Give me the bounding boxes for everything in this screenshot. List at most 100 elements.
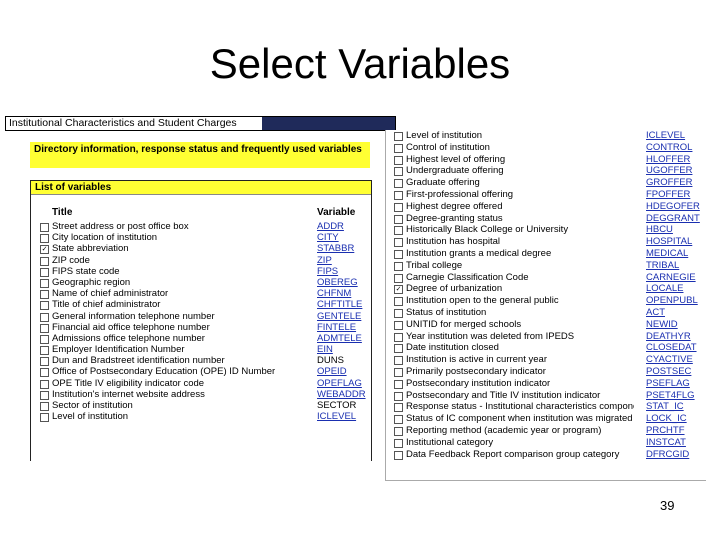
variable-link[interactable]: ICLEVEL [646,130,685,142]
variable-link[interactable]: FINTELE [317,322,356,333]
variable-link[interactable]: CLOSEDAT [646,342,697,354]
checkbox[interactable] [394,297,403,307]
checkbox[interactable] [394,202,403,212]
checkbox[interactable] [394,143,403,153]
category-link-directory[interactable]: Directory information, response status a… [30,142,370,168]
variable-link[interactable]: STAT_IC [646,401,684,413]
variable-link[interactable]: LOCK_IC [646,413,687,425]
variable-link[interactable]: ADMTELE [317,333,362,344]
checkbox[interactable] [394,320,403,330]
variable-link[interactable]: HLOFFER [646,154,690,166]
checkbox[interactable] [40,357,49,367]
variable-link[interactable]: ACT [646,307,665,319]
variable-link[interactable]: PSEFLAG [646,378,690,390]
variable-link[interactable]: HBCU [646,224,673,236]
checkbox[interactable] [40,278,49,288]
checkbox[interactable] [394,214,403,224]
variable-link[interactable]: ICLEVEL [317,411,356,422]
checkbox[interactable] [394,391,403,401]
variable-link[interactable]: LOCALE [646,283,684,295]
variable-link[interactable]: CONTROL [646,142,692,154]
checkbox[interactable] [394,367,403,377]
variable-link[interactable]: DEGGRANT [646,213,700,225]
checkbox[interactable] [40,223,49,232]
variable-link[interactable]: GROFFER [646,177,692,189]
variable-title: Data Feedback Report comparison group ca… [406,448,620,460]
variable-link[interactable]: PRCHTF [646,425,685,437]
checkbox[interactable] [40,379,49,389]
checkbox[interactable] [394,273,403,283]
list-item: ZIP code ZIP [31,255,371,266]
variable-title: Street address or post office box [52,221,189,232]
checkbox[interactable] [40,290,49,300]
checkbox[interactable] [394,438,403,448]
checkbox[interactable] [394,190,403,200]
checkbox[interactable] [40,323,49,333]
variable-link[interactable]: FPOFFER [646,189,690,201]
variable-link[interactable]: UGOFFER [646,165,692,177]
variable-link[interactable]: ADDR [317,221,344,232]
variable-link[interactable]: OPEID [317,366,347,377]
list-item: Level of institution ICLEVEL [31,411,371,423]
variable-link[interactable]: MEDICAL [646,248,688,260]
checkbox[interactable] [394,379,403,389]
checkbox[interactable] [394,132,403,141]
checkbox[interactable] [394,238,403,248]
checkbox[interactable] [394,426,403,436]
variable-link[interactable]: NEWID [646,319,678,331]
variable-link[interactable]: GENTELE [317,311,361,322]
variable-link[interactable]: OPENPUBL [646,295,698,307]
variable-link[interactable]: OBEREG [317,277,358,288]
variable-link[interactable]: POSTSEC [646,366,691,378]
variable-link[interactable]: ZIP [317,255,332,266]
variable-link[interactable]: FIPS [317,266,338,277]
checkbox[interactable] [394,356,403,366]
variable-link[interactable]: CHFTITLE [317,299,362,310]
variable-link[interactable]: CARNEGIE [646,272,696,284]
variable-link[interactable]: DEATHYR [646,331,691,343]
variable-link[interactable]: EIN [317,344,333,355]
variable-title: Financial aid office telephone number [52,321,210,333]
checkbox[interactable] [394,261,403,271]
variable-title: Control of institution [406,141,490,153]
checkbox[interactable] [394,415,403,425]
variable-link[interactable]: HOSPITAL [646,236,692,248]
checkbox[interactable] [40,413,49,423]
variable-title: Status of IC component when institution … [406,413,633,425]
variable-link[interactable]: HDEGOFER [646,201,700,213]
variable-link[interactable]: DFRCGID [646,449,689,461]
checkbox[interactable] [40,346,49,356]
variable-link[interactable]: STABBR [317,243,354,254]
variable-link[interactable]: INSTCAT [646,437,686,449]
variable-link[interactable]: CITY [317,232,339,243]
checkbox[interactable] [40,368,49,378]
variable-link[interactable]: CYACTIVE [646,354,693,366]
variable-link[interactable]: TRIBAL [646,260,679,272]
variable-link[interactable]: OPEFLAG [317,378,362,389]
checkbox[interactable] [40,234,49,244]
checkbox[interactable] [394,155,403,165]
checkbox[interactable] [40,301,49,311]
checkbox[interactable] [394,403,403,413]
checkbox[interactable]: ✓ [394,285,403,295]
checkbox[interactable] [394,308,403,318]
checkbox[interactable] [394,226,403,236]
checkbox[interactable] [40,334,49,344]
checkbox[interactable] [394,450,403,460]
checkbox[interactable] [394,167,403,177]
checkbox[interactable]: ✓ [40,245,49,255]
checkbox[interactable] [40,312,49,322]
checkbox[interactable] [394,344,403,354]
checkbox[interactable] [394,249,403,259]
checkbox[interactable] [40,402,49,411]
variable-link[interactable]: CHFNM [317,288,351,299]
variable-link[interactable]: PSET4FLG [646,390,695,402]
variable-title: Institution open to the general public [406,295,559,307]
variable-link[interactable]: WEBADDR [317,389,366,400]
checkbox[interactable] [40,390,49,400]
checkbox[interactable] [40,256,49,266]
checkbox[interactable] [394,179,403,189]
checkbox[interactable] [394,332,403,342]
checkbox[interactable] [40,267,49,277]
column-header-variable: Variable [317,207,356,218]
